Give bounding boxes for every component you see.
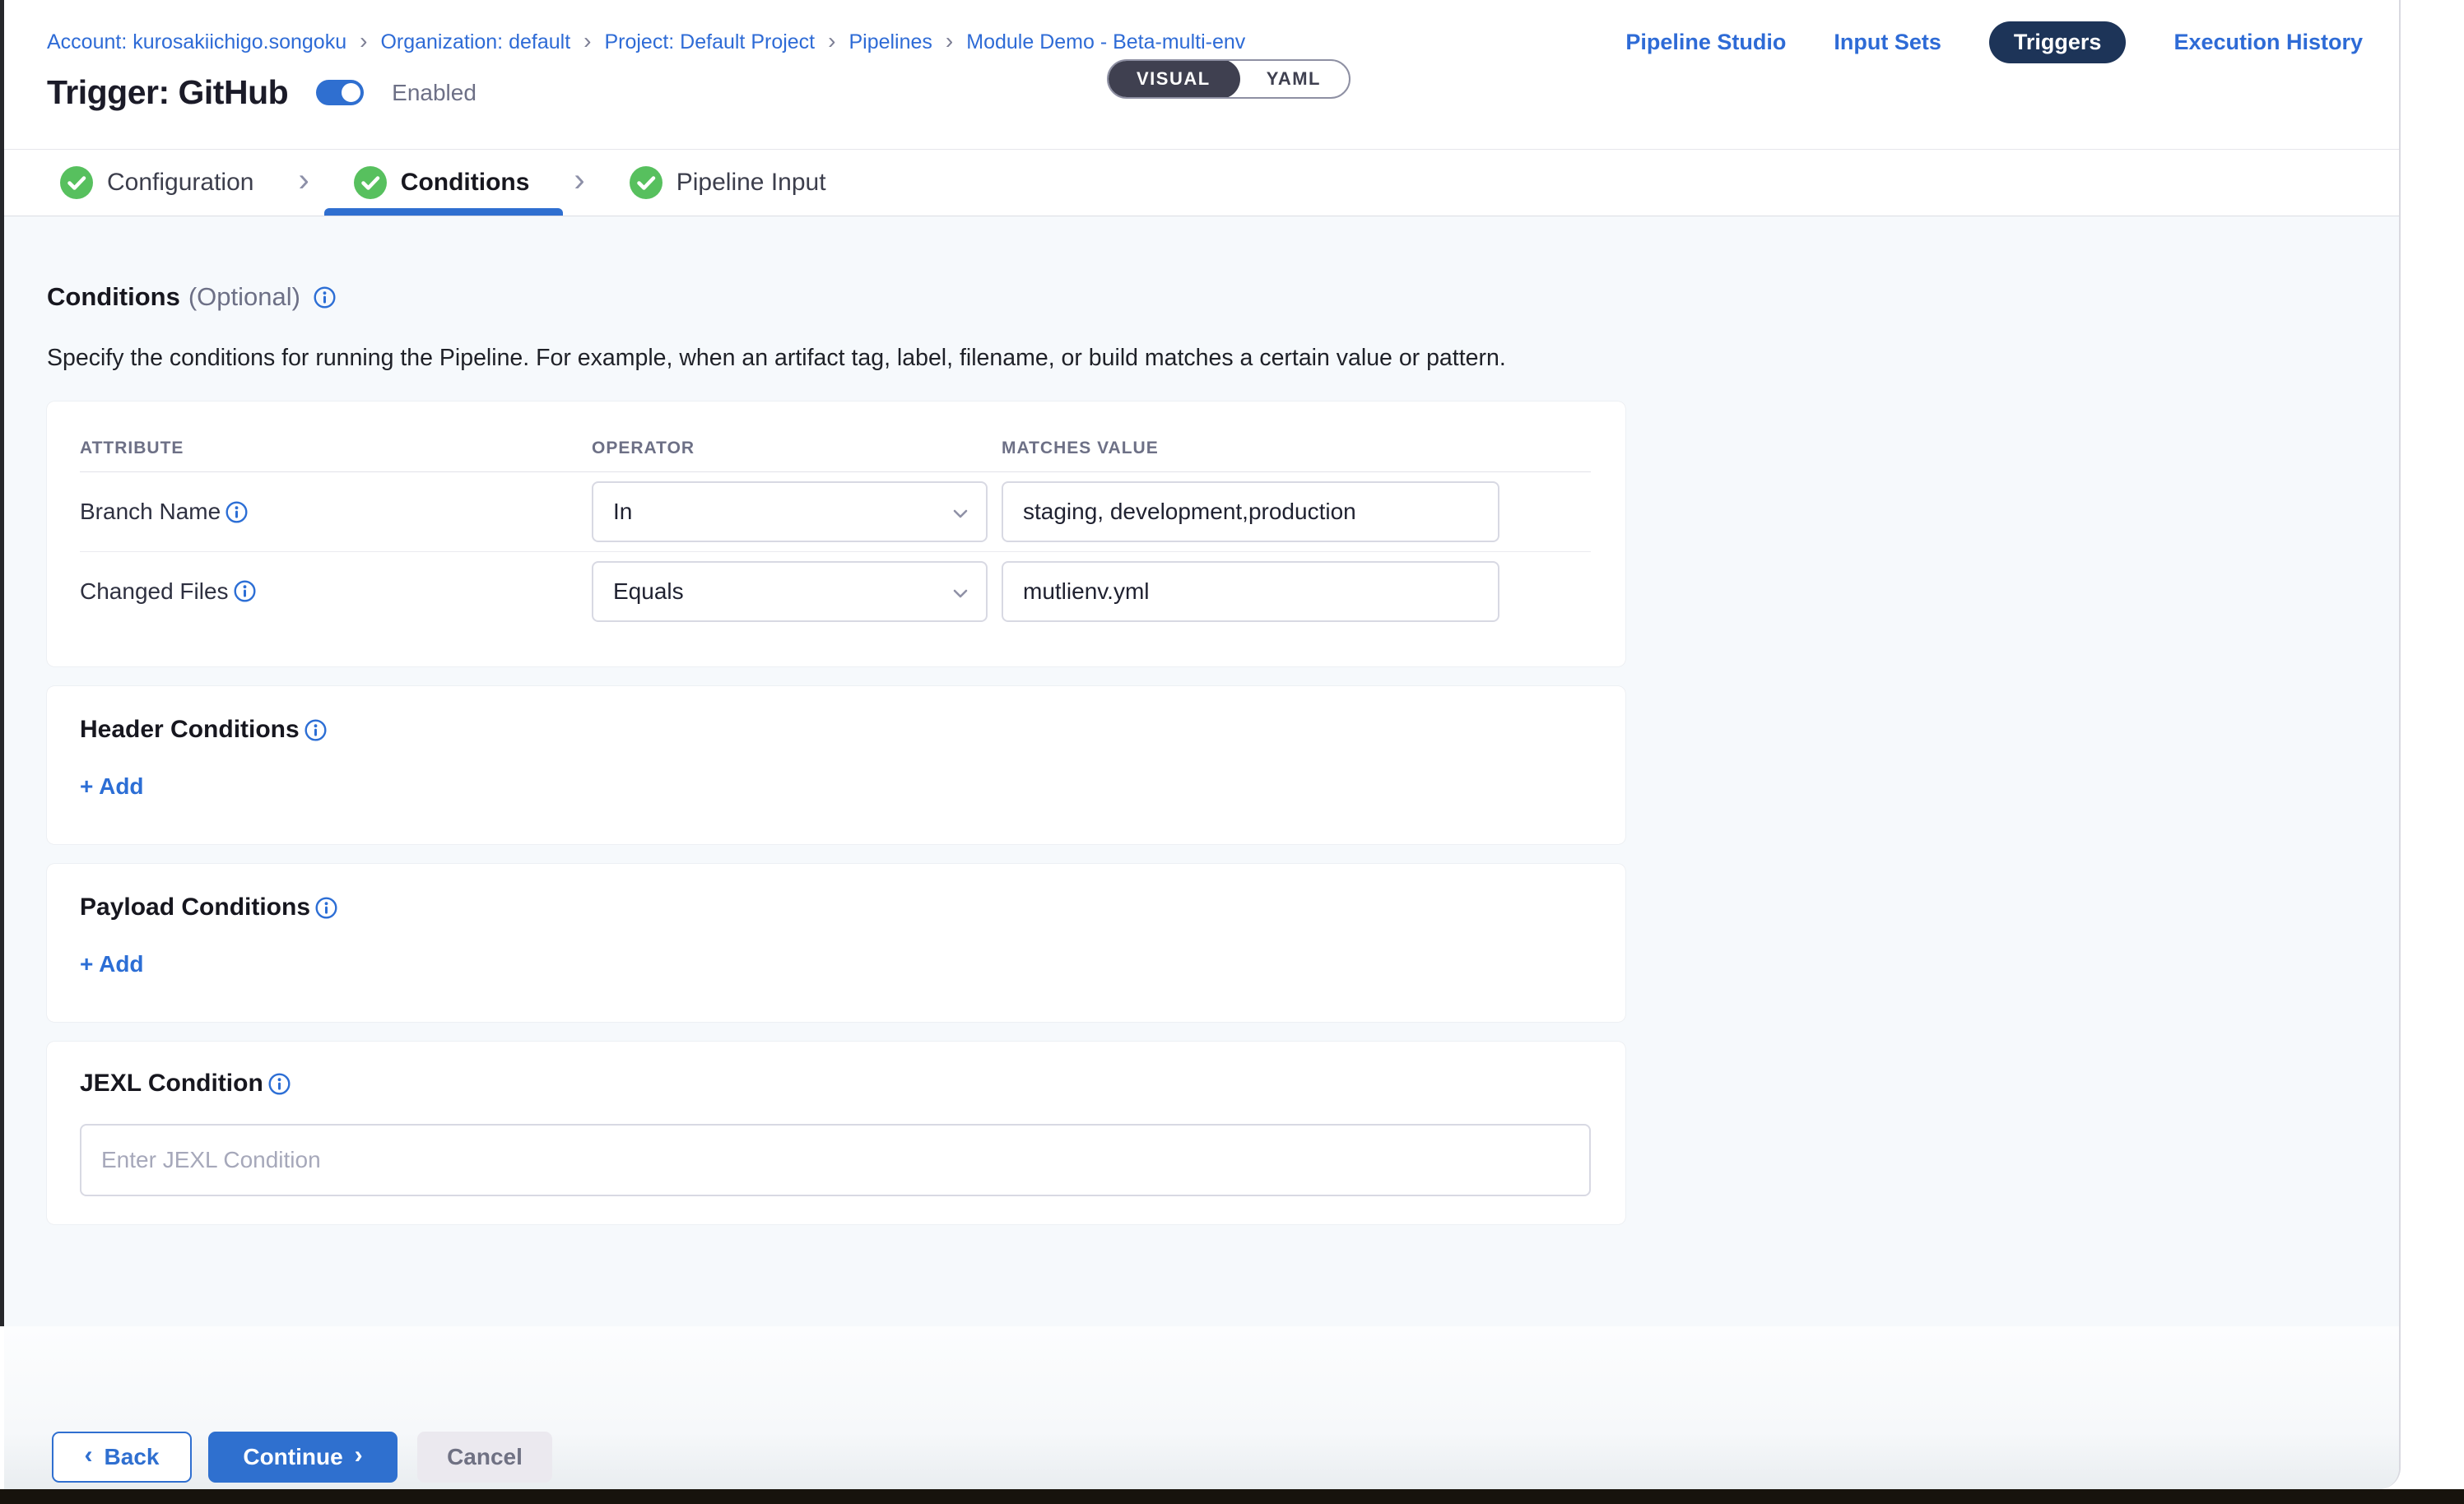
- breadcrumb-project[interactable]: Project: Default Project: [604, 30, 815, 54]
- check-icon: [60, 166, 93, 199]
- cancel-button[interactable]: Cancel: [417, 1432, 552, 1483]
- jexl-condition-card: JEXL Condition: [47, 1042, 1625, 1224]
- visual-yaml-toggle: VISUAL YAML: [1107, 59, 1351, 99]
- info-icon[interactable]: [305, 719, 327, 741]
- check-icon: [630, 166, 662, 199]
- wizard-footer: ‹ Back Continue › Cancel: [4, 1326, 2399, 1489]
- column-header-operator: OPERATOR: [592, 439, 1002, 458]
- chevron-down-icon: [950, 583, 971, 604]
- tab-pipeline-input[interactable]: Pipeline Input: [630, 150, 826, 216]
- info-icon[interactable]: [234, 580, 256, 602]
- conditions-description: Specify the conditions for running the P…: [47, 345, 2399, 372]
- operator-select-branch-name[interactable]: In: [592, 481, 988, 542]
- attribute-label: Changed Files: [80, 578, 592, 605]
- toggle-knob: [339, 81, 363, 104]
- conditions-optional-label: (Optional): [188, 282, 300, 312]
- jexl-condition-title: JEXL Condition: [80, 1070, 263, 1098]
- info-icon[interactable]: [315, 897, 337, 919]
- column-header-attribute: ATTRIBUTE: [80, 439, 592, 458]
- header-conditions-title: Header Conditions: [80, 716, 300, 744]
- table-row-branch-name: Branch Name In: [80, 472, 1591, 551]
- tab-conditions-label: Conditions: [401, 169, 530, 197]
- matches-value-input-changed-files[interactable]: [1002, 561, 1499, 622]
- back-button-label: Back: [105, 1444, 160, 1470]
- nav-pipeline-studio[interactable]: Pipeline Studio: [1625, 30, 1786, 55]
- jexl-condition-input[interactable]: [80, 1124, 1591, 1196]
- enabled-toggle[interactable]: [316, 80, 364, 105]
- check-icon: [354, 166, 387, 199]
- tab-conditions[interactable]: Conditions: [354, 150, 530, 216]
- chevron-right-icon: ›: [583, 30, 591, 53]
- tab-configuration[interactable]: Configuration: [60, 150, 253, 216]
- chevron-right-icon: ›: [946, 30, 953, 53]
- add-header-condition-button[interactable]: + Add: [80, 773, 144, 800]
- chevron-right-icon: ›: [355, 1441, 363, 1469]
- info-icon[interactable]: [314, 286, 336, 309]
- chevron-right-icon: ›: [828, 30, 835, 53]
- cancel-button-label: Cancel: [447, 1444, 523, 1470]
- tab-pipeline-input-label: Pipeline Input: [676, 169, 826, 197]
- chevron-down-icon: [950, 503, 971, 524]
- desktop-strip: [0, 1489, 2464, 1504]
- nav-triggers-active[interactable]: Triggers: [1989, 21, 2127, 63]
- conditions-heading: Conditions: [47, 282, 180, 312]
- breadcrumb-organization[interactable]: Organization: default: [380, 30, 570, 54]
- header-conditions-card: Header Conditions + Add: [47, 686, 1625, 844]
- enabled-label: Enabled: [392, 80, 477, 106]
- pipeline-nav: Pipeline Studio Input Sets Triggers Exec…: [1625, 21, 2363, 63]
- breadcrumb-pipelines[interactable]: Pipelines: [848, 30, 932, 54]
- tab-configuration-label: Configuration: [107, 169, 253, 197]
- payload-conditions-card: Payload Conditions + Add: [47, 864, 1625, 1022]
- info-icon[interactable]: [225, 501, 248, 523]
- page-header: Account: kurosakiichigo.songoku › Organi…: [4, 0, 2399, 150]
- chevron-right-icon: ›: [360, 30, 367, 53]
- column-header-matches-value: MATCHES VALUE: [1002, 439, 1591, 458]
- operator-select-changed-files[interactable]: Equals: [592, 561, 988, 622]
- page-title: Trigger: GitHub: [47, 73, 288, 112]
- screen: Account: kurosakiichigo.songoku › Organi…: [0, 0, 2464, 1504]
- conditions-panel: Conditions (Optional) Specify the condit…: [4, 216, 2399, 1326]
- chevron-right-icon: ›: [574, 164, 584, 197]
- active-tab-indicator: [324, 208, 563, 216]
- back-button[interactable]: ‹ Back: [52, 1432, 192, 1483]
- yaml-mode-button[interactable]: YAML: [1239, 61, 1349, 97]
- attribute-label: Branch Name: [80, 499, 592, 525]
- payload-conditions-title: Payload Conditions: [80, 894, 310, 921]
- conditions-table-header: ATTRIBUTE OPERATOR MATCHES VALUE: [80, 429, 1591, 472]
- nav-input-sets[interactable]: Input Sets: [1834, 30, 1941, 55]
- info-icon[interactable]: [268, 1073, 291, 1095]
- continue-button-label: Continue: [243, 1444, 342, 1470]
- breadcrumb-account[interactable]: Account: kurosakiichigo.songoku: [47, 30, 346, 54]
- continue-button[interactable]: Continue ›: [208, 1432, 397, 1483]
- chevron-left-icon: ‹: [85, 1441, 93, 1469]
- chevron-right-icon: ›: [298, 164, 309, 197]
- conditions-table-card: ATTRIBUTE OPERATOR MATCHES VALUE Branch …: [47, 402, 1625, 666]
- operator-value: In: [613, 499, 632, 525]
- add-payload-condition-button[interactable]: + Add: [80, 951, 144, 977]
- app-window: Account: kurosakiichigo.songoku › Organi…: [4, 0, 2401, 1489]
- wizard-tabs: Configuration › Conditions › Pipeline In…: [4, 150, 2399, 216]
- breadcrumb: Account: kurosakiichigo.songoku › Organi…: [47, 30, 1245, 54]
- table-row-changed-files: Changed Files Equals: [80, 551, 1591, 630]
- nav-execution-history[interactable]: Execution History: [2173, 30, 2363, 55]
- visual-mode-button[interactable]: VISUAL: [1107, 59, 1240, 99]
- operator-value: Equals: [613, 578, 684, 605]
- breadcrumb-pipeline-name[interactable]: Module Demo - Beta-multi-env: [966, 30, 1245, 54]
- matches-value-input-branch-name[interactable]: [1002, 481, 1499, 542]
